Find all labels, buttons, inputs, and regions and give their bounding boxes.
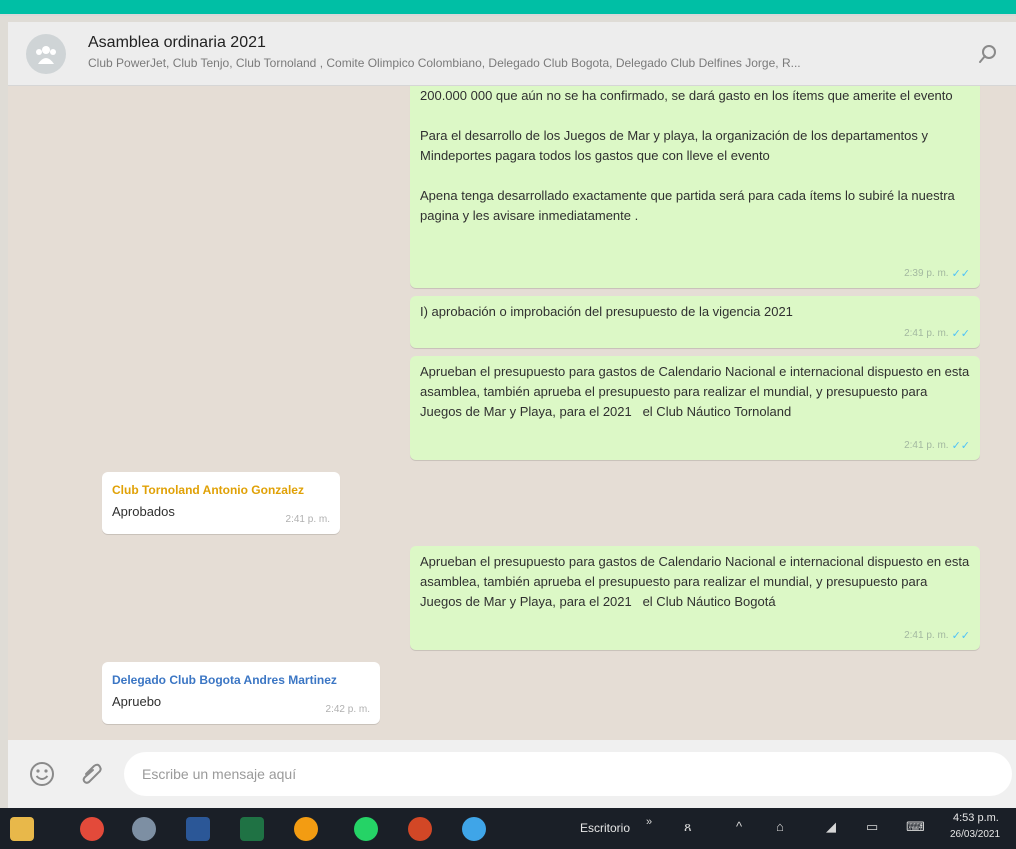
message-time: 2:41 p. m. [904,630,949,641]
message-text: Aprueban el presupuesto para gastos de C… [420,364,973,419]
message-time: 2:39 p. m. [904,268,949,279]
double-check-icon: ✓✓ [951,440,970,452]
message-meta: 2:39 p. m. ✓✓ [904,264,970,284]
windows-taskbar: Escritorio » ጸ ^ ⌂ ◢ ▭ ⌨ 4:53 p.m. 26/03… [0,808,1016,849]
compose-bar [8,740,1016,808]
excel-icon[interactable] [240,817,264,841]
clock-date[interactable]: 26/03/2021 [950,829,1000,840]
search-icon[interactable] [976,42,1000,66]
message-sender[interactable]: Delegado Club Bogota Andres Martinez [102,662,380,690]
emoji-icon[interactable] [28,760,56,788]
chat-panel[interactable]: 200.000 000 que aún no se ha confirmado,… [8,86,1016,740]
people-icon[interactable]: ጸ [684,819,692,835]
app-icon[interactable] [462,817,486,841]
message-text: Aprueban el presupuesto para gastos de C… [420,554,973,609]
message-sender[interactable]: Club Tornoland Antonio Gonzalez [102,472,340,500]
message-time: 2:41 p. m. [904,440,949,451]
message-text: I) aprobación o improbación del presupue… [420,304,793,319]
group-avatar-icon[interactable] [26,34,66,74]
message-time: 2:41 p. m. [904,328,949,339]
message-meta: 2:41 p. m. ✓✓ [904,436,970,456]
message-input[interactable] [124,752,1012,796]
paperclip-icon[interactable] [78,760,106,788]
double-check-icon: ✓✓ [951,328,970,340]
clock-time[interactable]: 4:53 p.m. [953,812,999,824]
message-time: 2:42 p. m. [325,704,370,715]
desktop-toolbar-label[interactable]: Escritorio [580,821,630,835]
message-meta: 2:41 p. m. ✓✓ [904,626,970,646]
chat-header[interactable]: Asamblea ordinaria 2021 Club PowerJet, C… [8,22,1016,86]
network-icon[interactable]: ◢ [826,819,836,835]
message-bubble[interactable]: Delegado Club Bogota Andres Martinez Apr… [102,662,380,724]
message-time: 2:41 p. m. [285,514,330,525]
message-bubble[interactable]: I) aprobación o improbación del presupue… [410,296,980,348]
message-bubble[interactable]: 200.000 000 que aún no se ha confirmado,… [410,86,980,288]
chat-participants[interactable]: Club PowerJet, Club Tenjo, Club Tornolan… [88,56,968,70]
word-icon[interactable] [186,817,210,841]
double-check-icon: ✓✓ [951,268,970,280]
window-top-strip [0,0,1016,16]
powerpoint-icon[interactable] [408,817,432,841]
double-check-icon: ✓✓ [951,630,970,642]
message-bubble[interactable]: Club Tornoland Antonio Gonzalez Aprobado… [102,472,340,534]
firefox-icon[interactable] [294,817,318,841]
file-explorer-icon[interactable] [10,817,34,841]
touch-keyboard-icon[interactable]: ⌂ [776,819,784,834]
chrome-icon[interactable] [80,817,104,841]
message-bubble[interactable]: Aprueban el presupuesto para gastos de C… [410,546,980,650]
message-text: 200.000 000 que aún no se ha confirmado,… [420,88,955,223]
accent-bar [0,0,1016,14]
chat-title[interactable]: Asamblea ordinaria 2021 [88,34,266,52]
whatsapp-icon[interactable] [354,817,378,841]
battery-icon[interactable]: ▭ [866,819,878,835]
app-icon[interactable] [132,817,156,841]
chevron-right-icon[interactable]: » [646,816,652,828]
keyboard-icon[interactable]: ⌨ [906,819,925,835]
message-meta: 2:41 p. m. ✓✓ [904,324,970,344]
message-bubble[interactable]: Aprueban el presupuesto para gastos de C… [410,356,980,460]
message-meta: 2:42 p. m. [326,700,370,720]
chevron-up-icon[interactable]: ^ [736,819,742,834]
message-meta: 2:41 p. m. [286,510,330,530]
